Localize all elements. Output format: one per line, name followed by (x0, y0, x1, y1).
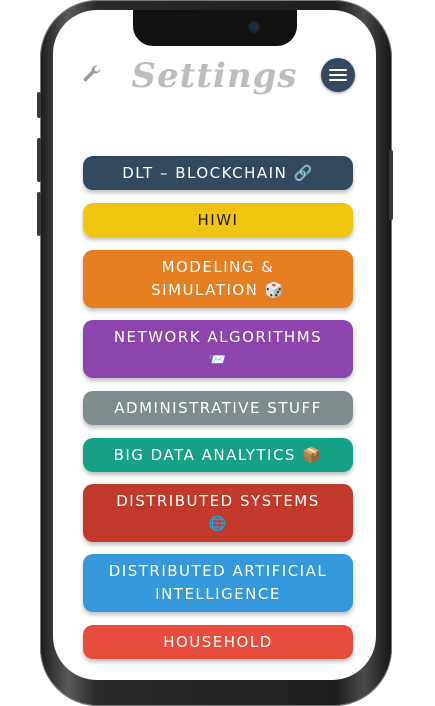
category-label-line2: INTELLIGENCE (155, 585, 281, 603)
category-label: DISTRIBUTED SYSTEMS (116, 492, 320, 510)
category-distributed-artificial-intelligence[interactable]: DISTRIBUTED ARTIFICIAL INTELLIGENCE (83, 554, 353, 612)
category-big-data-analytics[interactable]: BIG DATA ANALYTICS 📦 (83, 438, 353, 472)
volume-up-button (37, 138, 41, 182)
category-label: ADMINISTRATIVE STUFF (114, 398, 322, 417)
category-dlt-blockchain[interactable]: DLT – BLOCKCHAIN 🔗 (83, 156, 353, 190)
globe-icon: 🌐 (208, 516, 228, 532)
category-network-algorithms[interactable]: NETWORK ALGORITHMS 📨 (83, 320, 353, 378)
category-label: HIWI (197, 210, 239, 229)
volume-down-button (37, 192, 41, 236)
category-modeling-simulation[interactable]: MODELING & SIMULATION 🎲 (83, 250, 353, 308)
category-label: MODELING & (161, 258, 275, 276)
category-household[interactable]: HOUSEHOLD (83, 625, 353, 659)
mute-switch (37, 92, 41, 118)
category-distributed-systems[interactable]: DISTRIBUTED SYSTEMS 🌐 (83, 484, 353, 542)
category-label: DISTRIBUTED ARTIFICIAL (108, 562, 328, 580)
category-administrative-stuff[interactable]: ADMINISTRATIVE STUFF (83, 391, 353, 425)
front-camera (250, 23, 258, 31)
category-label: DLT – BLOCKCHAIN 🔗 (122, 163, 314, 182)
notch (133, 10, 297, 46)
category-label: BIG DATA ANALYTICS 📦 (113, 445, 323, 464)
envelope-icon: 📨 (208, 352, 228, 368)
app-screen: Settings DLT – BLOCKCHAIN 🔗 HIWI MODELIN… (53, 10, 376, 680)
category-hiwi[interactable]: HIWI (83, 203, 353, 237)
hamburger-menu-icon[interactable] (321, 58, 355, 92)
power-button (389, 150, 393, 220)
category-label: NETWORK ALGORITHMS (113, 328, 323, 346)
category-label: HOUSEHOLD (163, 632, 273, 651)
category-label-line2: SIMULATION 🎲 (151, 281, 285, 299)
